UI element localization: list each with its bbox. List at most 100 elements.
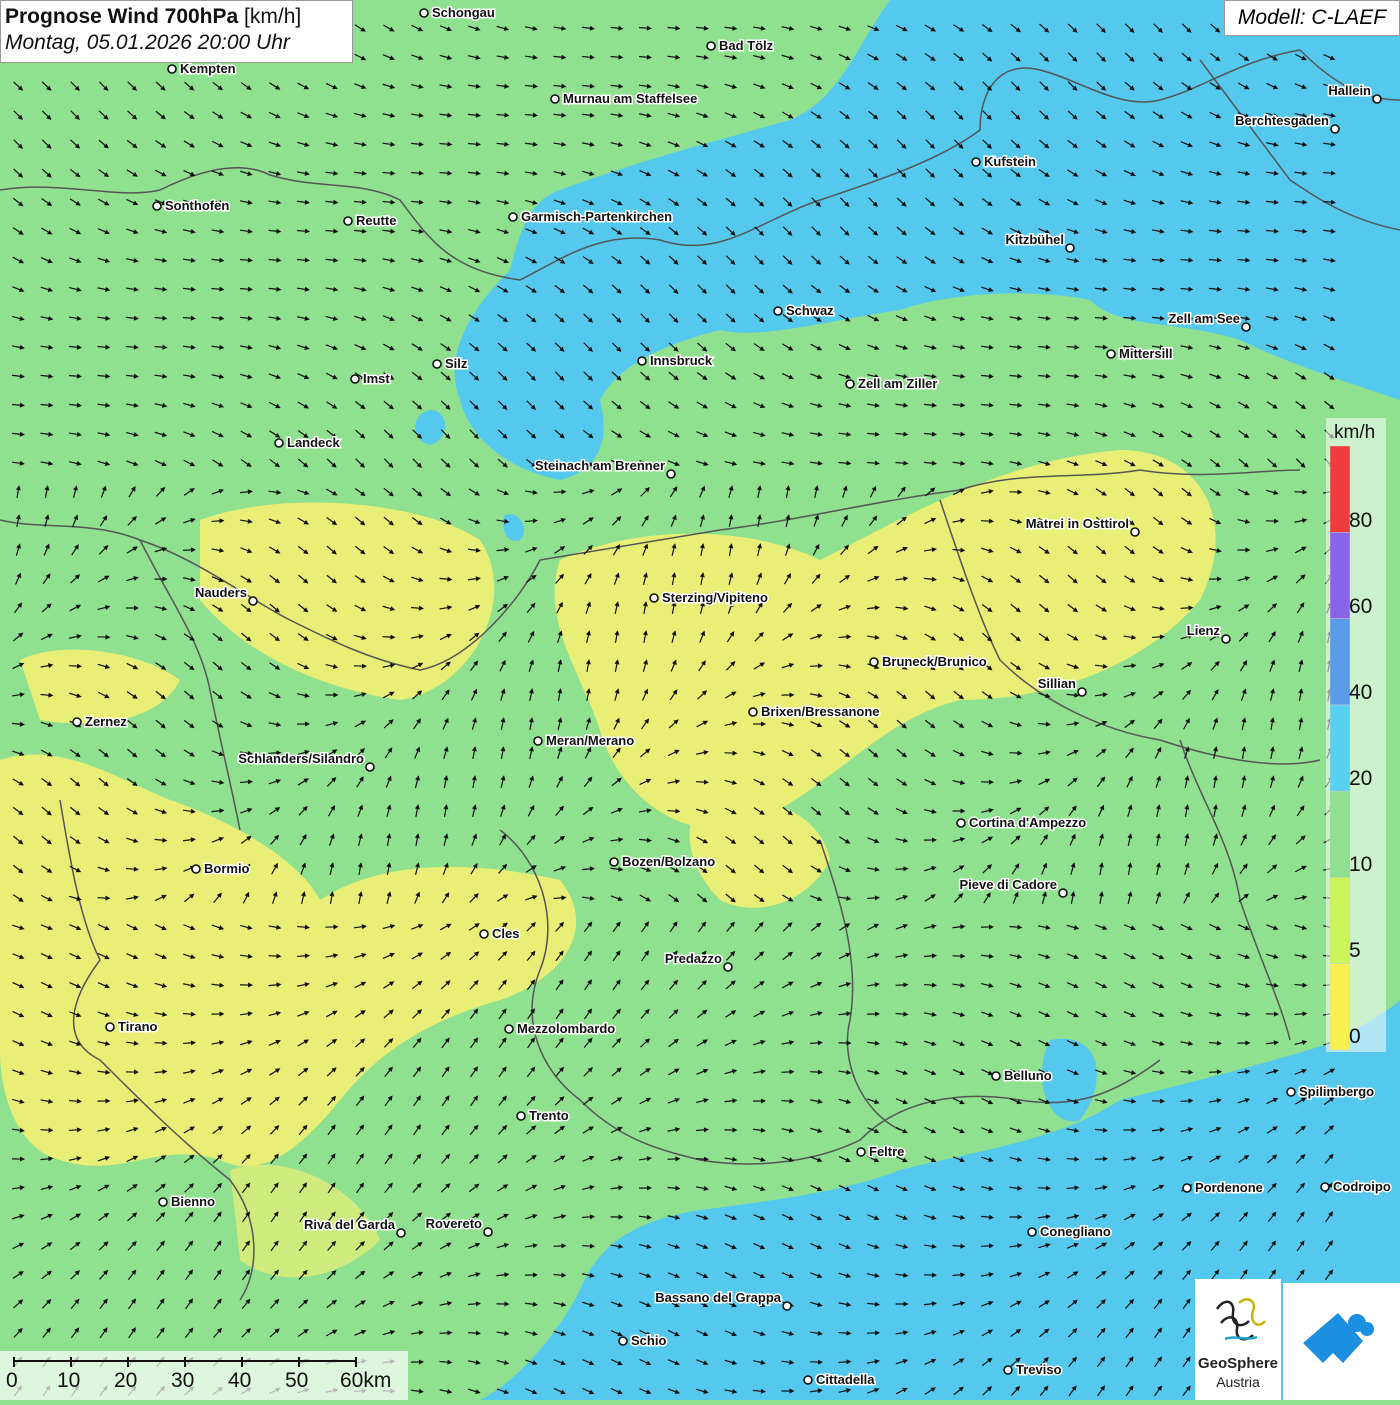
scale-tick-label: 40 — [228, 1369, 251, 1393]
city-dot-icon — [505, 1025, 513, 1033]
city-marker[interactable]: Pordenone — [1183, 1180, 1263, 1195]
city-label: Feltre — [869, 1144, 904, 1159]
city-label: Bozen/Bolzano — [622, 854, 715, 869]
city-marker[interactable]: Spilimbergo — [1287, 1084, 1374, 1099]
city-dot-icon — [397, 1229, 405, 1237]
city-marker[interactable]: Mezzolombardo — [505, 1021, 615, 1036]
city-label: Cittadella — [816, 1372, 875, 1387]
city-label: Pordenone — [1195, 1180, 1263, 1195]
city-label: Sillian — [1038, 676, 1076, 691]
city-dot-icon — [509, 213, 517, 221]
city-marker[interactable]: Garmisch-Partenkirchen — [509, 209, 672, 224]
city-label: Bruneck/Brunico — [882, 654, 987, 669]
city-label: Meran/Merano — [546, 733, 634, 748]
legend-tick-label: 5 — [1349, 939, 1361, 963]
city-label: Bormio — [204, 861, 250, 876]
legend-swatch — [1330, 877, 1350, 963]
city-label: Cortina d'Ampezzo — [969, 815, 1086, 830]
legend-swatch — [1330, 446, 1350, 532]
city-dot-icon — [783, 1302, 791, 1310]
city-dot-icon — [249, 597, 257, 605]
city-label: Pieve di Cadore — [959, 877, 1057, 892]
city-dot-icon — [1004, 1366, 1012, 1374]
city-label: Schlanders/Silandro — [238, 751, 364, 766]
legend-tick-label: 60 — [1349, 595, 1372, 619]
city-dot-icon — [749, 708, 757, 716]
legend-tick-label: 80 — [1349, 509, 1372, 533]
city-dot-icon — [1222, 635, 1230, 643]
legend-swatch — [1330, 532, 1350, 618]
city-dot-icon — [366, 763, 374, 771]
city-dot-icon — [344, 217, 352, 225]
city-label: Bienno — [171, 1194, 215, 1209]
city-marker[interactable]: Schongau — [420, 5, 495, 20]
legend-swatch — [1330, 705, 1350, 791]
city-dot-icon — [153, 202, 161, 210]
city-label: Predazzo — [665, 951, 722, 966]
city-label: Berchtesgaden — [1235, 113, 1329, 128]
city-marker[interactable]: Cortina d'Ampezzo — [957, 815, 1086, 830]
city-marker[interactable]: Brixen/Bressanone — [749, 704, 880, 719]
city-label: Rovereto — [426, 1216, 482, 1231]
city-dot-icon — [724, 963, 732, 971]
city-dot-icon — [1028, 1228, 1036, 1236]
city-label: Kufstein — [984, 154, 1036, 169]
city-marker[interactable]: Sonthofen — [153, 198, 229, 213]
city-label: Matrei in Osttirol — [1026, 516, 1129, 531]
city-dot-icon — [351, 375, 359, 383]
wind-map[interactable]: SchongauBad TölzKemptenMurnau am Staffel… — [0, 0, 1400, 1400]
city-dot-icon — [433, 360, 441, 368]
legend-tick-label: 10 — [1349, 853, 1372, 877]
legend-swatch — [1330, 964, 1350, 1050]
city-marker[interactable]: Bruneck/Brunico — [870, 654, 987, 669]
legend-tick-label: 20 — [1349, 767, 1372, 791]
city-dot-icon — [846, 380, 854, 388]
city-marker[interactable]: Zell am Ziller — [846, 376, 937, 391]
city-label: Riva del Garda — [304, 1217, 396, 1232]
city-label: Imst — [363, 371, 390, 386]
city-dot-icon — [168, 65, 176, 73]
city-label: Spilimbergo — [1299, 1084, 1374, 1099]
city-label: Belluno — [1004, 1068, 1052, 1083]
city-marker[interactable]: Bozen/Bolzano — [610, 854, 715, 869]
city-marker[interactable]: Murnau am Staffelsee — [551, 91, 697, 106]
title-box: Prognose Wind 700hPa [km/h] Montag, 05.0… — [0, 0, 353, 63]
city-label: Tirano — [118, 1019, 158, 1034]
city-dot-icon — [534, 737, 542, 745]
city-dot-icon — [610, 858, 618, 866]
city-dot-icon — [804, 1376, 812, 1384]
app-logo[interactable] — [1283, 1283, 1400, 1400]
city-dot-icon — [619, 1337, 627, 1345]
city-dot-icon — [857, 1148, 865, 1156]
city-dot-icon — [638, 357, 646, 365]
city-marker[interactable]: Conegliano — [1028, 1224, 1111, 1239]
city-dot-icon — [1131, 528, 1139, 536]
city-label: Conegliano — [1040, 1224, 1111, 1239]
city-dot-icon — [870, 658, 878, 666]
city-marker[interactable]: Sterzing/Vipiteno — [650, 590, 768, 605]
city-label: Mezzolombardo — [517, 1021, 615, 1036]
city-label: Innsbruck — [650, 353, 713, 368]
city-dot-icon — [1059, 889, 1067, 897]
city-label: Bassano del Grappa — [655, 1290, 781, 1305]
legend-colorbar — [1330, 446, 1350, 1050]
city-marker[interactable]: Innsbruck — [638, 353, 713, 368]
city-dot-icon — [1078, 688, 1086, 696]
geosphere-country: Austria — [1196, 1374, 1280, 1390]
city-dot-icon — [192, 865, 200, 873]
scale-tick-label: 60km — [340, 1369, 391, 1393]
city-label: Brixen/Bressanone — [761, 704, 880, 719]
scale-tick-label: 50 — [285, 1369, 308, 1393]
city-label: Trento — [529, 1108, 569, 1123]
city-marker[interactable]: Meran/Merano — [534, 733, 634, 748]
legend-tick-label: 40 — [1349, 681, 1372, 705]
city-dot-icon — [972, 158, 980, 166]
city-dot-icon — [1373, 95, 1381, 103]
city-label: Kempten — [180, 61, 236, 76]
city-label: Zell am See — [1168, 311, 1240, 326]
city-dot-icon — [1242, 323, 1250, 331]
city-label: Schio — [631, 1333, 666, 1348]
geosphere-mark-icon — [1195, 1279, 1281, 1357]
legend-tick-label: 0 — [1349, 1025, 1361, 1049]
city-dot-icon — [957, 819, 965, 827]
